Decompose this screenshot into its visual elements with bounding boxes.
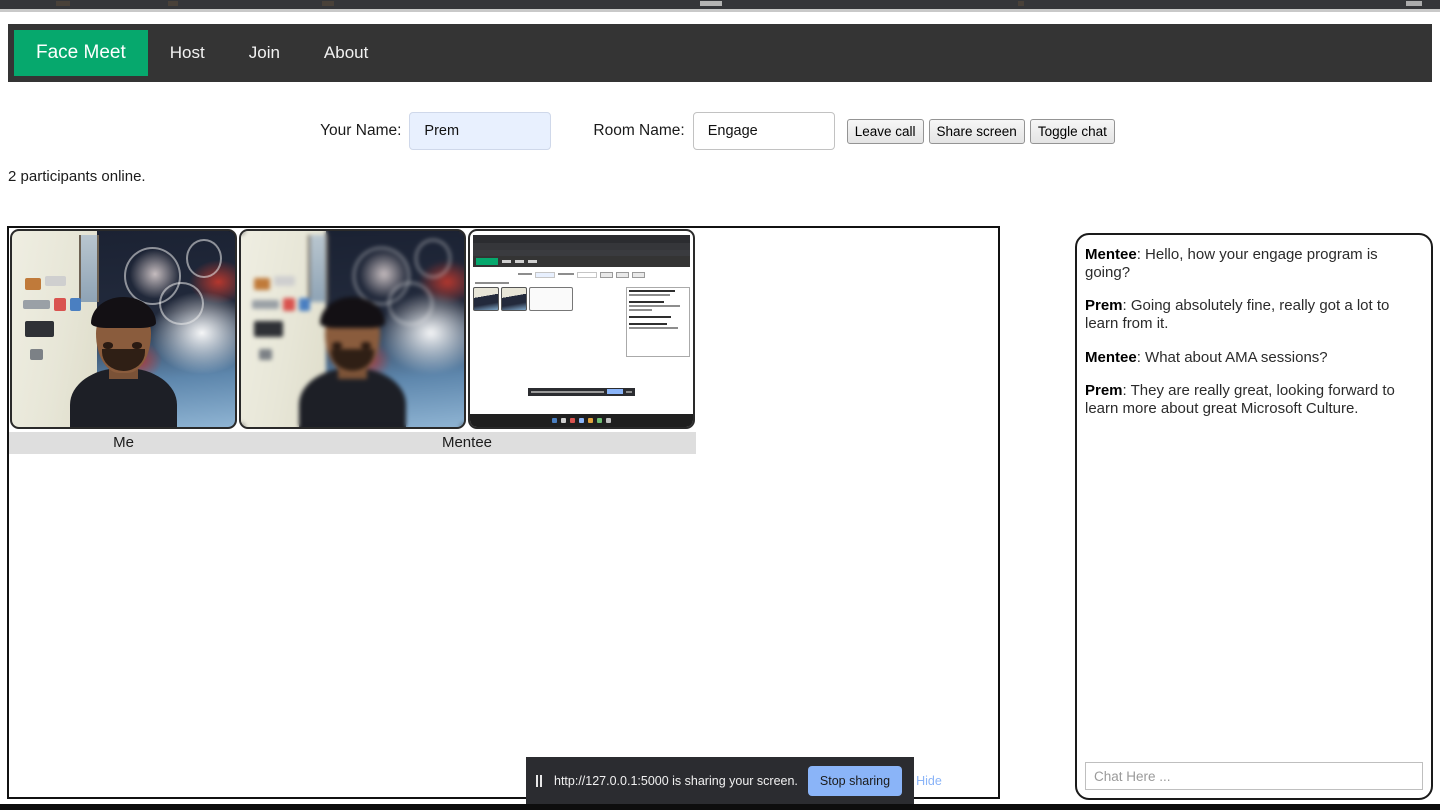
toggle-chat-button[interactable]: Toggle chat xyxy=(1029,118,1115,144)
pause-icon[interactable] xyxy=(536,774,542,787)
chat-input[interactable] xyxy=(1085,762,1423,790)
chat-message-sep: : xyxy=(1122,382,1131,400)
navbar-brand[interactable]: Face Meet xyxy=(14,30,148,76)
navbar-brand-label: Face Meet xyxy=(36,42,126,63)
webcam-scene-mentee xyxy=(241,231,464,427)
chat-panel: Mentee: Hello, how your engage program i… xyxy=(1075,233,1433,800)
room-name-input[interactable] xyxy=(692,112,835,150)
participant-label-mentee: Mentee xyxy=(238,432,696,454)
chat-message-sep: : xyxy=(1122,297,1131,315)
nav-item-host-label: Host xyxy=(169,43,205,62)
chat-message-list: Mentee: Hello, how your engage program i… xyxy=(1085,246,1423,762)
stop-sharing-button[interactable]: Stop sharing xyxy=(807,765,903,796)
chat-message-sep: : xyxy=(1136,348,1146,366)
chat-message-author: Prem xyxy=(1085,382,1123,400)
video-feed-mentee[interactable] xyxy=(239,229,466,429)
browser-tabstrip xyxy=(0,0,1440,9)
chat-message: Prem: They are really great, looking for… xyxy=(1085,382,1423,417)
chat-message: Mentee: Hello, how your engage program i… xyxy=(1085,246,1423,281)
nav-item-about[interactable]: About xyxy=(302,24,390,82)
chat-message-author: Prem xyxy=(1085,297,1123,315)
chat-message-author: Mentee xyxy=(1085,348,1137,366)
nav-item-host[interactable]: Host xyxy=(148,24,227,82)
share-screen-button[interactable]: Share screen xyxy=(928,118,1025,144)
screen-sharing-notification: http://127.0.0.1:5000 is sharing your sc… xyxy=(526,757,942,804)
bottom-band xyxy=(0,804,1440,810)
your-name-label: Your Name: xyxy=(320,122,402,139)
participant-tile-mentee[interactable]: Mentee xyxy=(238,228,696,454)
call-controls: Your Name: Room Name: Leave call Share s… xyxy=(0,110,1440,152)
screenshare-scene xyxy=(470,231,693,427)
nav-item-about-label: About xyxy=(323,43,369,62)
chat-message-author: Mentee xyxy=(1085,246,1137,263)
leave-call-button[interactable]: Leave call xyxy=(846,118,924,144)
chat-message: Prem: Going absolutely fine, really got … xyxy=(1085,297,1423,332)
page-root: Face Meet Host Join About Your Name: Roo… xyxy=(0,0,1440,810)
your-name-input[interactable] xyxy=(409,112,552,150)
participant-tile-me[interactable]: Me xyxy=(9,228,238,454)
chat-message-sep: : xyxy=(1136,246,1146,263)
chat-message-text: What about AMA sessions? xyxy=(1145,348,1328,366)
participants-status: 2 participants online. xyxy=(8,168,146,185)
video-feed-screenshare[interactable] xyxy=(468,229,695,429)
chat-message-text: They are really great, looking forward t… xyxy=(1085,382,1395,418)
chat-message-text: Going absolutely fine, really got a lot … xyxy=(1085,297,1390,333)
room-name-label: Room Name: xyxy=(593,122,685,139)
video-feed-me[interactable] xyxy=(10,229,237,429)
chat-message: Mentee: What about AMA sessions? xyxy=(1085,349,1423,367)
sharing-notification-text: http://127.0.0.1:5000 is sharing your sc… xyxy=(554,773,798,788)
chrome-separator xyxy=(0,9,1440,12)
webcam-scene-me xyxy=(12,231,235,427)
participant-label-me: Me xyxy=(9,432,238,454)
video-stage: Me Mentee xyxy=(7,226,1000,799)
hide-notification-button[interactable]: Hide xyxy=(912,774,946,788)
nav-item-join-label: Join xyxy=(248,43,280,62)
nav-item-join[interactable]: Join xyxy=(227,24,302,82)
navbar: Face Meet Host Join About xyxy=(8,24,1432,82)
